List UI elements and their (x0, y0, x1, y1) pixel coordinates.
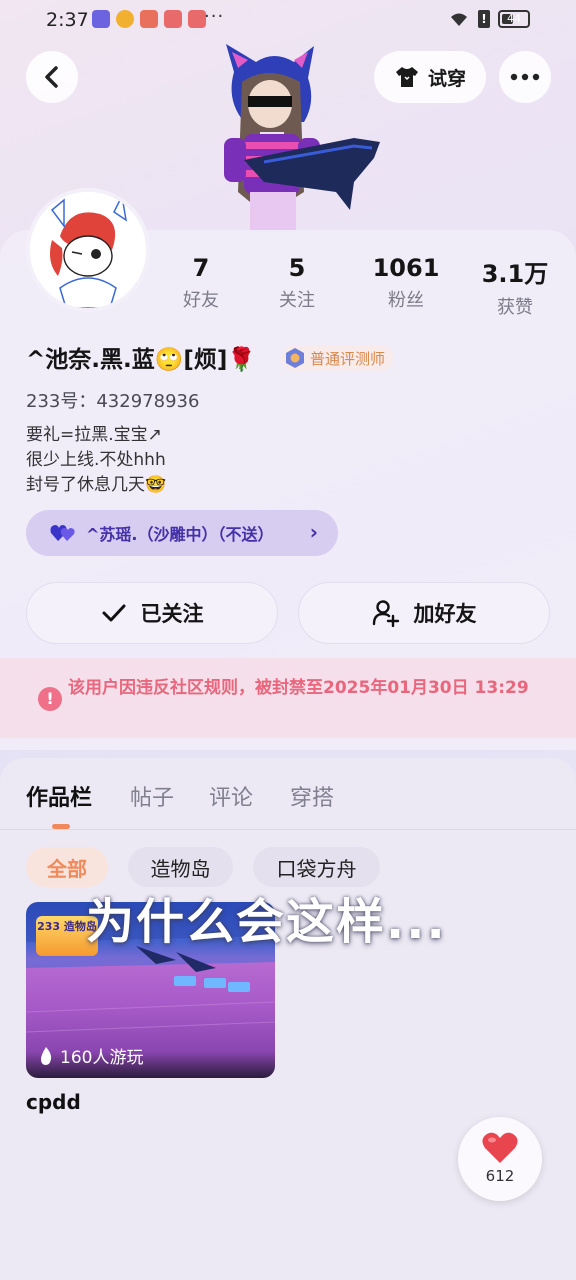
bio-line: 封号了休息几天🤓 (26, 475, 167, 495)
avatar-illustration (30, 192, 146, 308)
stat-value: 5 (288, 254, 306, 282)
more-button[interactable] (499, 51, 551, 103)
app-notification-icon (140, 10, 158, 28)
flame-icon (41, 1046, 52, 1065)
filter-pocket-ark[interactable]: 口袋方舟 (253, 847, 380, 887)
tab-comments[interactable]: 评论 (209, 780, 253, 812)
add-friend-button[interactable]: 加好友 (298, 582, 550, 644)
tab-posts[interactable]: 帖子 (130, 780, 174, 812)
followed-button[interactable]: 已关注 (26, 582, 278, 644)
tshirt-icon (395, 67, 418, 87)
back-button[interactable] (26, 51, 78, 103)
tab-outfits[interactable]: 穿搭 (290, 780, 334, 812)
stat-value: 7 (192, 254, 210, 282)
status-time: 2:37 (46, 9, 89, 31)
like-count: 612 (485, 1167, 515, 1185)
add-user-icon (372, 600, 399, 627)
stat-likes[interactable]: 3.1万 获赞 (465, 254, 565, 319)
work-plays-label: 160人游玩 (60, 1048, 144, 1068)
bio: 要礼=拉黑.宝宝↗ 很少上线.不处hhh 封号了休息几天🤓 (26, 423, 166, 498)
stat-label: 关注 (279, 290, 315, 311)
stat-value: 1061 (372, 254, 440, 282)
reviewer-badge-icon (286, 348, 304, 368)
bio-line: 要礼=拉黑.宝宝↗ (26, 425, 162, 445)
divider (0, 829, 576, 830)
user-id: 233号：432978936 (26, 391, 200, 412)
wifi-icon (451, 13, 467, 26)
role-badge[interactable]: 普通评测师 (282, 345, 394, 371)
relationship-pill[interactable]: ^苏瑶.（沙雕中）（不送） › (26, 510, 338, 556)
nickname: ^池奈.黑.蓝🙄[烦]🌹 (26, 347, 257, 373)
app-notification-icon (164, 10, 182, 28)
stat-followers[interactable]: 1061 粉丝 (356, 254, 456, 312)
stat-label: 好友 (183, 290, 219, 311)
tab-works[interactable]: 作品栏 (26, 780, 92, 812)
ban-notice-text: 该用户因违反社区规则，被封禁至2025年01月30日 13:29 (68, 678, 529, 698)
work-title: cpdd (26, 1090, 81, 1114)
try-on-button[interactable]: 试穿 (374, 51, 486, 103)
system-icons: ! 44 (448, 10, 530, 28)
weibo-icon (116, 10, 134, 28)
double-heart-icon (50, 525, 75, 541)
filter-all[interactable]: 全部 (26, 847, 108, 887)
alert-icon: ! (38, 687, 62, 711)
like-button[interactable]: 612 (458, 1117, 542, 1201)
notification-icons (92, 10, 206, 28)
character-3d-avatar[interactable] (204, 42, 382, 232)
more-horizontal-icon (510, 73, 540, 81)
role-badge-label: 普通评测师 (310, 349, 386, 368)
battery-level: 44 (507, 12, 521, 25)
relationship-label: ^苏瑶.（沙雕中）（不送） (86, 525, 274, 544)
followed-label: 已关注 (140, 602, 204, 626)
try-on-label: 试穿 (427, 67, 466, 90)
heart-icon (482, 1132, 518, 1163)
stat-label: 粉丝 (388, 290, 424, 311)
chevron-left-icon (45, 66, 58, 88)
camera-app-icon (92, 10, 110, 28)
bio-line: 很少上线.不处hhh (26, 450, 166, 470)
battery-icon: 44 (498, 10, 530, 28)
overlay-caption: 为什么会这样... (86, 894, 447, 950)
add-friend-label: 加好友 (413, 602, 477, 626)
stat-label: 获赞 (497, 297, 533, 318)
stat-friends[interactable]: 7 好友 (151, 254, 251, 312)
chevron-right-icon: › (309, 520, 318, 544)
status-bar: 2:37 ··· ! 44 (0, 0, 576, 42)
work-plays: 160人游玩 (38, 1043, 143, 1068)
alert-status-icon: ! (478, 10, 490, 28)
stat-following[interactable]: 5 关注 (247, 254, 347, 312)
avatar[interactable] (26, 188, 150, 312)
stat-value: 3.1万 (481, 260, 549, 288)
filter-creation-island[interactable]: 造物岛 (128, 847, 233, 887)
check-icon (102, 604, 125, 622)
more-notifications-icon: ··· (204, 6, 225, 27)
